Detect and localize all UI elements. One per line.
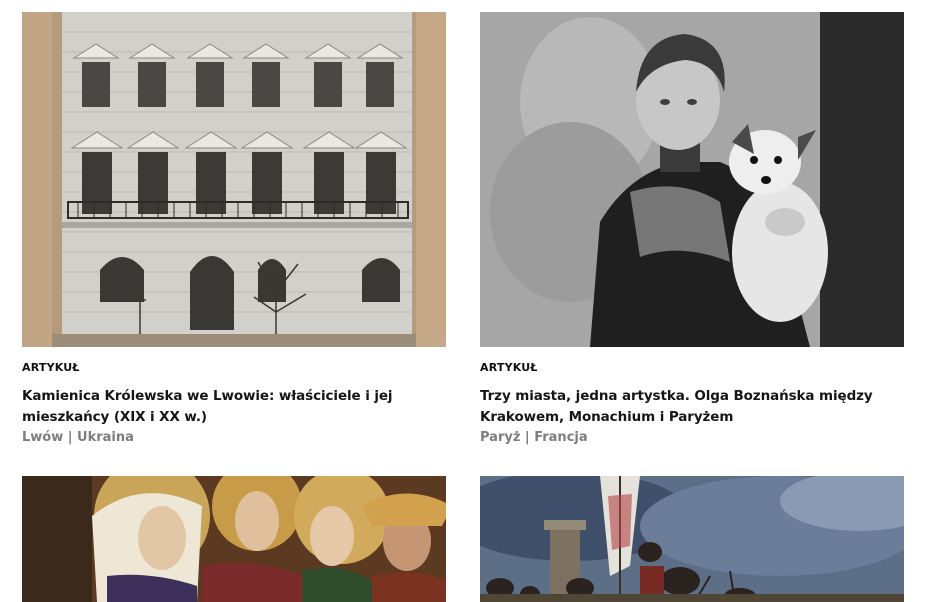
article-type-label: ARTYKUŁ bbox=[480, 361, 538, 374]
article-card-3[interactable] bbox=[22, 476, 446, 602]
article-type-label: ARTYKUŁ bbox=[22, 361, 80, 374]
article-thumbnail-building[interactable] bbox=[22, 12, 446, 347]
article-location: Lwów | Ukraina bbox=[22, 430, 134, 445]
article-card-4[interactable] bbox=[480, 476, 904, 602]
article-thumbnail-portrait[interactable] bbox=[480, 12, 904, 347]
article-title[interactable]: Kamienica Królewska we Lwowie: właścicie… bbox=[22, 386, 446, 428]
article-title[interactable]: Trzy miasta, jedna artystka. Olga Boznań… bbox=[480, 386, 904, 428]
building-facade-image bbox=[22, 12, 446, 347]
article-card-boznanska[interactable]: ARTYKUŁ Trzy miasta, jedna artystka. Olg… bbox=[480, 12, 904, 447]
medieval-painting-image bbox=[22, 476, 446, 602]
article-thumbnail-battle[interactable] bbox=[480, 476, 904, 602]
battle-painting-image bbox=[480, 476, 904, 602]
article-location: Paryż | Francja bbox=[480, 430, 588, 445]
article-card-kamienica[interactable]: ARTYKUŁ Kamienica Królewska we Lwowie: w… bbox=[22, 12, 446, 447]
portrait-woman-with-dog-image bbox=[480, 12, 904, 347]
article-thumbnail-painting[interactable] bbox=[22, 476, 446, 602]
